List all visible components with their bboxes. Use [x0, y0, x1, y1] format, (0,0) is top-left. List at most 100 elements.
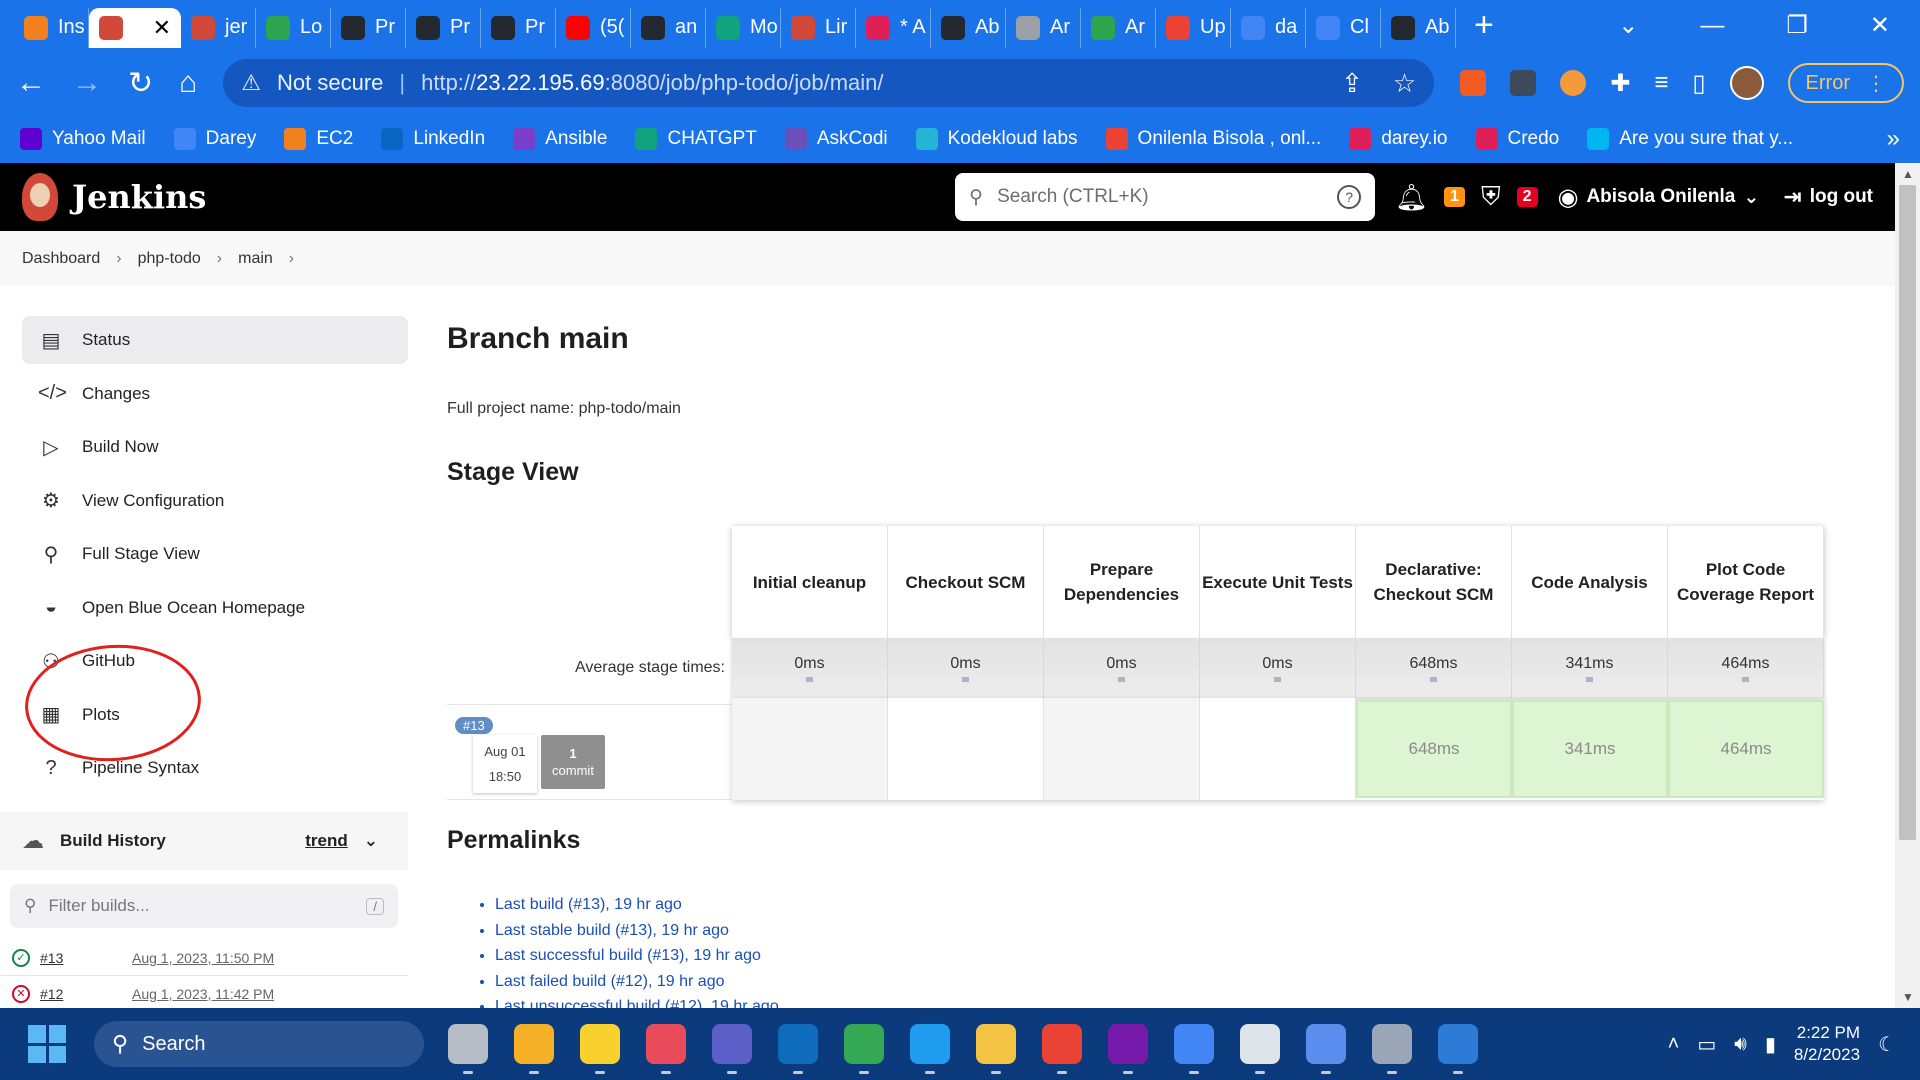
stage-cell[interactable]: 341ms [1512, 700, 1668, 798]
logout-link[interactable]: ⇥ log out [1783, 184, 1873, 210]
browser-tab[interactable]: da [1231, 7, 1306, 48]
browser-tab[interactable]: jer [181, 7, 256, 48]
build-history-row[interactable]: ✕ #12 Aug 1, 2023, 11:42 PM [0, 976, 408, 1012]
breadcrumb-item[interactable]: main [238, 250, 273, 268]
vpn-icon[interactable] [1306, 1024, 1346, 1074]
security-shield-icon[interactable]: ⛨ [1481, 181, 1501, 213]
sidebar-item[interactable]: </> Changes [22, 370, 408, 418]
bookmark-item[interactable]: CHATGPT [635, 128, 757, 150]
outlook-icon[interactable] [778, 1024, 818, 1074]
sidebar-item[interactable]: ⚙ View Configuration [22, 477, 408, 525]
bookmark-item[interactable]: Are you sure that y... [1587, 128, 1793, 150]
chevron-up-icon[interactable]: ˄ [1668, 1033, 1680, 1056]
build-date-link[interactable]: Aug 1, 2023, 11:42 PM [132, 986, 274, 1002]
browser-tab[interactable]: Mo [706, 7, 781, 48]
security-badge[interactable]: 2 [1516, 187, 1538, 207]
browser-tab[interactable]: (5( [556, 7, 631, 48]
sidebar-item-label[interactable]: Full Stage View [82, 544, 200, 564]
url-text[interactable]: http://23.22.195.69:8080/job/php-todo/jo… [421, 70, 883, 96]
taskbar-search[interactable]: ⚲ Search [94, 1021, 424, 1067]
address-bar[interactable]: ⚠ Not secure | http://23.22.195.69:8080/… [223, 59, 1435, 107]
start-button[interactable] [28, 1025, 66, 1063]
user-menu[interactable]: ◉ Abisola Onilenla ⌄ [1558, 183, 1760, 212]
notifications-icon[interactable]: ☾ [1878, 1032, 1896, 1057]
sidebar-item[interactable]: ⚲ Full Stage View [22, 530, 408, 578]
photos-icon[interactable] [1372, 1024, 1412, 1074]
browser-tab[interactable]: Ar [1081, 7, 1156, 48]
minimize-icon[interactable]: — [1700, 12, 1724, 40]
trend-link[interactable]: trend [305, 831, 348, 851]
sticky-notes-icon[interactable] [580, 1024, 620, 1074]
bookmark-item[interactable]: Onilenla Bisola , onl... [1105, 128, 1321, 150]
bookmark-item[interactable]: Ansible [513, 128, 607, 150]
vscode-icon[interactable] [910, 1024, 950, 1074]
browser-tab[interactable]: Pr [481, 7, 556, 48]
browser-tab[interactable]: Ins [14, 7, 89, 48]
extension-icon[interactable] [1460, 70, 1487, 96]
build-number-link[interactable]: #13 [40, 950, 122, 966]
breadcrumb-item[interactable]: php-todo [138, 250, 201, 268]
snipping-tool-icon[interactable] [646, 1024, 686, 1074]
browser-tab[interactable]: Ab [931, 7, 1006, 48]
clock[interactable]: 2:22 PM 8/2/2023 [1794, 1022, 1860, 1066]
browser-tab[interactable]: Ar [1006, 7, 1081, 48]
warning-icon[interactable]: ⚠ [241, 70, 261, 96]
sidebar-item-label[interactable]: Build Now [82, 437, 159, 457]
browser-tab[interactable]: Pr [331, 7, 406, 48]
share-icon[interactable]: ⇪ [1341, 68, 1363, 99]
user-name[interactable]: Abisola Onilenla [1586, 186, 1735, 208]
security-label[interactable]: Not secure [277, 70, 383, 96]
chrome-icon[interactable] [844, 1024, 884, 1074]
onenote-icon[interactable] [1108, 1024, 1148, 1074]
notifications-bell-icon[interactable]: 🔔︎ [1395, 182, 1428, 213]
permalink-link[interactable]: Last failed build (#12), 19 hr ago [495, 973, 724, 990]
virtualbox-icon[interactable] [1240, 1024, 1280, 1074]
task-view-icon[interactable] [448, 1024, 488, 1074]
commit-count-button[interactable]: 1 commit [541, 735, 605, 789]
search-input[interactable]: ⚲ Search (CTRL+K) ? [955, 173, 1376, 221]
sidebar-item[interactable]: ◒ Open Blue Ocean Homepage [22, 584, 408, 632]
weather-icon[interactable] [514, 1024, 554, 1074]
permalink-link[interactable]: Last build (#13), 19 hr ago [495, 896, 682, 913]
breadcrumb-item[interactable]: Dashboard [22, 250, 100, 268]
chevron-right-icon[interactable]: › [289, 250, 294, 268]
browser-tab[interactable]: ✕ [89, 7, 181, 48]
bookmark-item[interactable]: LinkedIn [381, 128, 485, 150]
sidebar-item-label[interactable]: Status [82, 330, 130, 350]
chrome-profile-icon[interactable] [1042, 1024, 1082, 1074]
jenkins-logo[interactable]: Jenkins [22, 173, 206, 221]
browser-tab[interactable]: Lir [781, 7, 856, 48]
new-tab-button[interactable]: + [1474, 6, 1494, 45]
close-tab-icon[interactable]: ✕ [153, 15, 171, 41]
bookmark-item[interactable]: AskCodi [784, 128, 888, 150]
extension-icon[interactable] [1560, 70, 1587, 96]
chevron-right-icon[interactable]: › [217, 250, 222, 268]
extension-icon[interactable] [1510, 70, 1537, 96]
bookmark-item[interactable]: darey.io [1349, 128, 1448, 150]
browser-tab[interactable]: Lo [256, 7, 331, 48]
maximize-icon[interactable]: ❐ [1786, 11, 1808, 40]
sidebar-item-label[interactable]: View Configuration [82, 491, 224, 511]
close-window-icon[interactable]: ✕ [1870, 11, 1890, 40]
tab-search-icon[interactable]: ⌄ [1618, 11, 1638, 40]
build-number-badge[interactable]: #13 [455, 717, 493, 734]
browser-tab[interactable]: Cl [1306, 7, 1381, 48]
chevron-down-icon[interactable]: ⌄ [1743, 186, 1759, 209]
page-scrollbar[interactable]: ▲ ▼ [1895, 163, 1920, 1008]
help-icon[interactable]: ? [1337, 185, 1362, 209]
bookmark-item[interactable]: Credo [1475, 128, 1559, 150]
volume-icon[interactable]: 🔊︎ [1734, 1033, 1747, 1056]
chevron-right-icon[interactable]: › [116, 250, 121, 268]
bookmark-item[interactable]: Yahoo Mail [20, 128, 146, 150]
browser-tab[interactable]: Up [1156, 7, 1231, 48]
filter-builds-input[interactable]: ⚲ Filter builds... / [10, 884, 398, 928]
notifications-badge[interactable]: 1 [1444, 187, 1466, 207]
scrollbar-thumb[interactable] [1899, 185, 1916, 840]
side-panel-icon[interactable]: ▯ [1692, 69, 1705, 98]
sidebar-item[interactable]: ▤ Status [22, 316, 408, 364]
bookmark-item[interactable]: Darey [173, 128, 256, 150]
powershell-icon[interactable] [1438, 1024, 1478, 1074]
bookmarks-overflow-icon[interactable]: » [1887, 125, 1900, 153]
permalink-link[interactable]: Last successful build (#13), 19 hr ago [495, 947, 761, 964]
media-icon[interactable]: ≡ [1654, 69, 1668, 97]
